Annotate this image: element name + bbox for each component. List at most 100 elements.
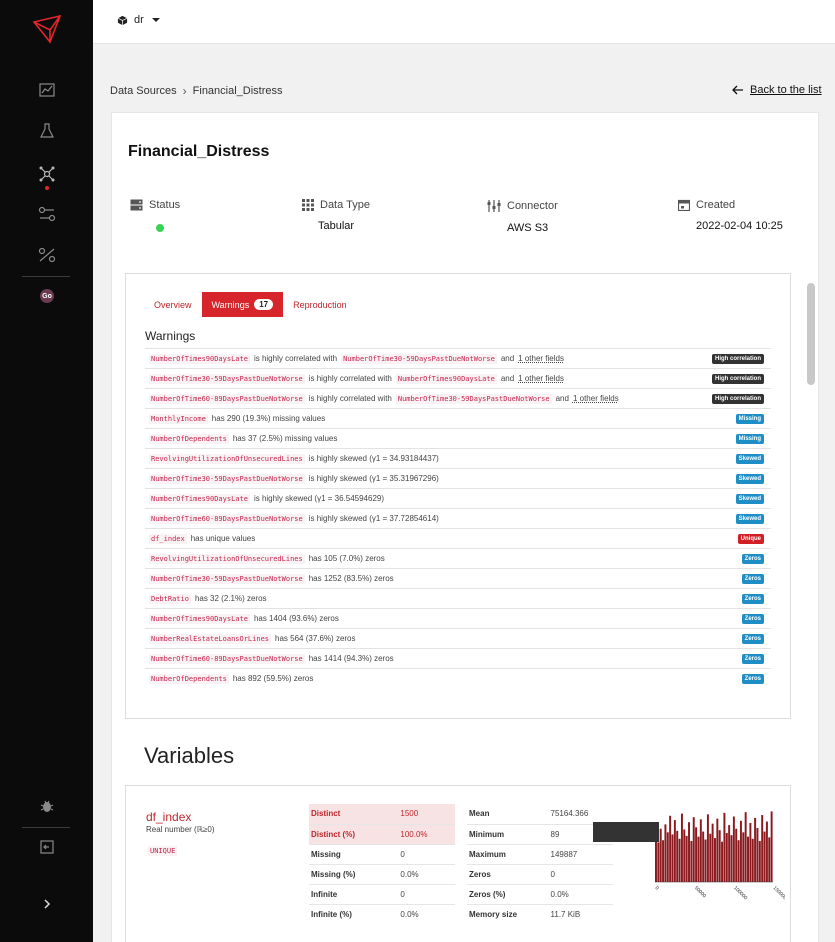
warning-badge: Skewed xyxy=(735,453,764,464)
variable-name[interactable]: df_index xyxy=(146,810,191,824)
go-badge-icon[interactable]: Go xyxy=(40,289,54,303)
stat-label: Zeros (%) xyxy=(467,883,547,904)
warning-field-related: NumberOfTime30-59DaysPastDueNotWorse xyxy=(341,353,497,364)
warning-row: NumberOfTimes90DaysLate has 1404 (93.6%) … xyxy=(145,608,771,628)
stat-row: Distinct (%) 100.0% xyxy=(309,823,455,844)
warning-text: and xyxy=(555,394,569,403)
histogram-bar xyxy=(758,840,761,882)
warning-row: RevolvingUtilizationOfUnsecuredLines has … xyxy=(145,548,771,568)
status-indicator xyxy=(156,224,164,232)
histogram-bar xyxy=(751,838,754,882)
warning-row: NumberOfTime60-89DaysPastDueNotWorse has … xyxy=(145,648,771,668)
variable-type: Real number (ℝ≥0) xyxy=(146,825,215,834)
warning-badge: High correlation xyxy=(711,373,764,384)
tab-label: Warnings xyxy=(211,299,250,310)
warning-row: NumberRealEstateLoansOrLines has 564 (37.… xyxy=(145,628,771,648)
stat-value: 0 xyxy=(396,843,455,864)
stat-row: Mean 75164.366 xyxy=(467,804,613,824)
histogram: 0 50000 100000 150000 xyxy=(654,811,785,901)
expand-chevron-icon[interactable] xyxy=(37,894,57,914)
breadcrumb-current: Financial_Distress xyxy=(192,85,283,97)
histogram-tick-label: 0 xyxy=(654,885,660,891)
toggle-details-button[interactable] xyxy=(593,822,659,842)
dataset-card: Financial_Distress Status Data Type Tabu… xyxy=(111,112,819,942)
tab-warnings[interactable]: Warnings 17 xyxy=(201,292,284,317)
bug-icon[interactable] xyxy=(37,796,57,816)
warning-field: NumberOfTime60-89DaysPastDueNotWorse xyxy=(149,513,305,524)
logout-icon[interactable] xyxy=(37,837,57,857)
warning-text: is highly skewed (γ1 = 35.31967296) xyxy=(308,474,439,483)
histogram-bar xyxy=(678,838,681,882)
back-label: Back to the list xyxy=(750,84,822,96)
stat-label: Infinite xyxy=(309,883,397,904)
histogram-tick-label: 150000 xyxy=(772,885,785,901)
histogram-bar xyxy=(756,828,759,882)
stat-value: 1500 xyxy=(396,804,455,824)
server-icon xyxy=(130,199,143,211)
other-fields-link[interactable]: 1 other fields xyxy=(573,394,619,403)
warning-text: has 892 (59.5%) zeros xyxy=(232,674,314,683)
stat-row: Zeros 0 xyxy=(467,863,613,884)
data-sources-icon[interactable] xyxy=(37,164,57,184)
lab-flask-icon[interactable] xyxy=(37,121,57,141)
tab-overview[interactable]: Overview xyxy=(144,293,202,317)
other-fields-link[interactable]: 1 other fields xyxy=(518,354,564,363)
warning-badge: Missing xyxy=(735,413,764,424)
warning-text: is highly skewed (γ1 = 36.54594629) xyxy=(253,494,385,503)
stat-row: Missing (%) 0.0% xyxy=(309,863,455,884)
stat-value: 0 xyxy=(546,863,613,884)
logo-icon[interactable] xyxy=(32,12,62,44)
stat-label: Missing xyxy=(309,843,397,864)
stat-label: Maximum xyxy=(467,843,547,864)
warning-row: NumberOfDependents has 892 (59.5%) zeros Z… xyxy=(145,668,771,688)
other-fields-link[interactable]: 1 other fields xyxy=(518,374,564,383)
warning-badge: Skewed xyxy=(735,473,764,484)
warning-text: has 1252 (83.5%) zeros xyxy=(308,574,394,583)
stat-label: Infinite (%) xyxy=(309,903,397,924)
warning-row: NumberOfTimes90DaysLate is highly correla… xyxy=(145,348,771,368)
stat-value: 75164.366 xyxy=(550,809,589,819)
meta-value: 2022-02-04 10:25 xyxy=(696,220,783,232)
meta-label: Connector xyxy=(507,200,558,212)
warning-row: NumberOfTime30-59DaysPastDueNotWorse has … xyxy=(145,568,771,588)
histogram-bar xyxy=(730,835,733,882)
report-scrollbar[interactable] xyxy=(807,283,815,385)
histogram-bar xyxy=(709,833,712,882)
warning-field: NumberRealEstateLoansOrLines xyxy=(149,633,272,644)
meta-status: Status xyxy=(130,199,300,232)
warning-field: MonthlyIncome xyxy=(149,413,208,424)
stat-row: Infinite (%) 0.0% xyxy=(309,903,455,924)
sidebar-divider xyxy=(22,276,70,277)
stat-value: 0.0% xyxy=(396,863,455,884)
synthesizers-icon[interactable] xyxy=(37,245,57,265)
warning-text: is highly correlated with xyxy=(308,394,392,403)
histogram-tick-label: 50000 xyxy=(693,885,707,899)
breadcrumb-data-sources[interactable]: Data Sources xyxy=(110,85,177,97)
warnings-list: NumberOfTimes90DaysLate is highly correla… xyxy=(145,348,771,688)
back-to-list-link[interactable]: Back to the list xyxy=(732,84,822,96)
dashboard-icon[interactable] xyxy=(37,80,57,100)
histogram-bar xyxy=(683,829,686,882)
tab-reproduction[interactable]: Reproduction xyxy=(283,293,357,317)
warning-row: NumberOfTime30-59DaysPastDueNotWorse is h… xyxy=(145,468,771,488)
warning-badge: Skewed xyxy=(735,513,764,524)
pipelines-icon[interactable] xyxy=(37,204,57,224)
page-title: Financial_Distress xyxy=(128,143,270,160)
project-selector[interactable]: dr xyxy=(117,14,160,26)
histogram-bar xyxy=(768,837,771,882)
stats-table-right: Mean 75164.366 Minimum 89 Maximum 149887 Zeros… xyxy=(467,804,613,924)
warning-field: NumberOfTime60-89DaysPastDueNotWorse xyxy=(149,653,305,664)
stat-row: Maximum 149887 xyxy=(467,843,613,864)
histogram-bar xyxy=(688,822,690,882)
histogram-bar xyxy=(685,835,688,882)
histogram-bar xyxy=(662,840,665,882)
warning-row: NumberOfDependents has 37 (2.5%) missing … xyxy=(145,428,771,448)
meta-data-type: Data Type Tabular xyxy=(302,199,472,232)
warning-field: NumberOfTime30-59DaysPastDueNotWorse xyxy=(149,373,305,384)
stat-label: Mean xyxy=(469,809,490,819)
warning-field: NumberOfTime60-89DaysPastDueNotWorse xyxy=(149,393,305,404)
histogram-bar xyxy=(728,825,731,882)
histogram-bar xyxy=(754,817,757,882)
arrow-left-icon xyxy=(732,85,743,95)
histogram-bar xyxy=(657,842,660,882)
